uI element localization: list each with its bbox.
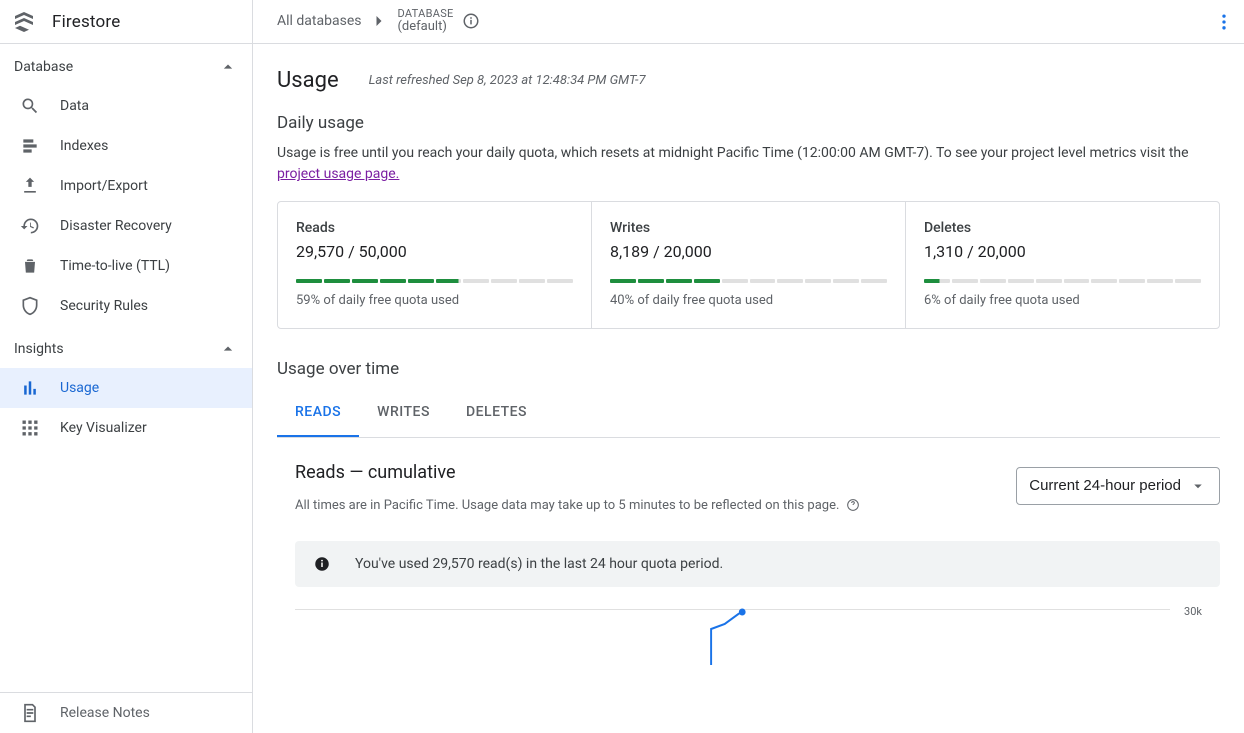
daily-usage-desc: Usage is free until you reach your daily…	[277, 143, 1220, 185]
usage-banner: You've used 29,570 read(s) in the last 2…	[295, 541, 1220, 587]
tab-deletes[interactable]: DELETES	[448, 389, 545, 437]
sidebar-item-usage[interactable]: Usage	[0, 368, 252, 408]
breadcrumb-label: All databases	[277, 14, 361, 29]
quota-label: Reads	[296, 220, 573, 236]
sidebar: Firestore Database Data Indexes Im	[0, 0, 253, 733]
chevron-up-icon	[218, 339, 238, 359]
nav-section-insights: Insights Usage Key Visualizer	[0, 326, 252, 448]
quota-card-deletes: Deletes 1,310 / 20,000 6% of daily free qu…	[906, 202, 1219, 328]
quota-percent-label: 40% of daily free quota used	[610, 293, 887, 308]
quota-label: Deletes	[924, 220, 1201, 236]
quota-percent-label: 59% of daily free quota used	[296, 293, 573, 308]
sidebar-item-label: Security Rules	[60, 298, 148, 314]
history-icon	[20, 216, 40, 236]
chart-panel: Reads — cumulative All times are in Paci…	[277, 438, 1220, 665]
quota-card-reads: Reads 29,570 / 50,000 59% of daily free qu…	[278, 202, 592, 328]
banner-text: You've used 29,570 read(s) in the last 2…	[355, 556, 723, 572]
nav-section-database: Database Data Indexes Import/Export	[0, 44, 252, 326]
chart-area: 30k	[295, 605, 1220, 665]
sidebar-item-indexes[interactable]: Indexes	[0, 126, 252, 166]
sidebar-item-ttl[interactable]: Time-to-live (TTL)	[0, 246, 252, 286]
quota-row: Reads 29,570 / 50,000 59% of daily free qu…	[277, 201, 1220, 329]
sidebar-item-label: Time-to-live (TTL)	[60, 258, 170, 274]
breadcrumb-all-databases[interactable]: All databases	[277, 14, 361, 29]
search-icon	[20, 96, 40, 116]
trash-icon	[20, 256, 40, 276]
quota-value: 29,570 / 50,000	[296, 242, 573, 261]
chevron-right-icon	[369, 11, 389, 31]
sidebar-footer: Release Notes	[0, 692, 252, 733]
indexes-icon	[20, 136, 40, 156]
breadcrumbs: All databases DATABASE (default)	[277, 8, 480, 34]
upload-icon	[20, 176, 40, 196]
breadcrumb-value: (default)	[397, 20, 453, 34]
sidebar-item-label: Usage	[60, 380, 99, 396]
period-select[interactable]: Current 24-hour period	[1016, 467, 1220, 505]
section-daily-usage-title: Daily usage	[277, 113, 1220, 133]
sidebar-item-release-notes[interactable]: Release Notes	[0, 693, 252, 733]
chart-hint: All times are in Pacific Time. Usage dat…	[295, 497, 861, 513]
more-vert-icon[interactable]	[1214, 12, 1234, 32]
main: All databases DATABASE (default) Usage L…	[253, 0, 1244, 733]
chart-title: Reads — cumulative	[295, 462, 861, 483]
last-refreshed: Last refreshed Sep 8, 2023 at 12:48:34 P…	[369, 73, 646, 88]
nav-group-label: Database	[14, 59, 73, 75]
quota-value: 8,189 / 20,000	[610, 242, 887, 261]
dropdown-arrow-icon	[1189, 477, 1207, 495]
sidebar-item-key-visualizer[interactable]: Key Visualizer	[0, 408, 252, 448]
chevron-up-icon	[218, 57, 238, 77]
quota-label: Writes	[610, 220, 887, 236]
quota-progress-bar	[296, 279, 573, 283]
tab-writes[interactable]: WRITES	[359, 389, 448, 437]
info-filled-icon	[313, 555, 331, 573]
sidebar-item-label: Disaster Recovery	[60, 218, 172, 234]
breadcrumb-database[interactable]: DATABASE (default)	[397, 8, 453, 34]
document-icon	[20, 703, 40, 723]
quota-progress-bar	[610, 279, 887, 283]
topbar: All databases DATABASE (default)	[253, 0, 1244, 44]
grid-icon	[20, 418, 40, 438]
sidebar-item-import-export[interactable]: Import/Export	[0, 166, 252, 206]
sidebar-item-security-rules[interactable]: Security Rules	[0, 286, 252, 326]
sidebar-item-label: Import/Export	[60, 178, 148, 194]
sidebar-item-label: Key Visualizer	[60, 420, 147, 436]
shield-icon	[20, 296, 40, 316]
usage-tabs: READS WRITES DELETES	[277, 389, 1220, 438]
sidebar-item-data[interactable]: Data	[0, 86, 252, 126]
chart-hint-text: All times are in Pacific Time. Usage dat…	[295, 498, 839, 513]
brand-title: Firestore	[52, 12, 120, 32]
daily-desc-text: Usage is free until you reach your daily…	[277, 145, 1189, 161]
quota-card-writes: Writes 8,189 / 20,000 40% of daily free qu…	[592, 202, 906, 328]
project-usage-link[interactable]: project usage page.	[277, 166, 399, 182]
quota-value: 1,310 / 20,000	[924, 242, 1201, 261]
bar-chart-icon	[20, 378, 40, 398]
quota-progress-bar	[924, 279, 1201, 283]
content: Usage Last refreshed Sep 8, 2023 at 12:4…	[253, 44, 1244, 733]
tab-reads[interactable]: READS	[277, 389, 359, 437]
nav-group-label: Insights	[14, 341, 64, 357]
quota-percent-label: 6% of daily free quota used	[924, 293, 1201, 308]
brand: Firestore	[0, 0, 252, 44]
chart-line	[295, 605, 1170, 665]
help-icon[interactable]	[845, 497, 861, 513]
nav-group-header-insights[interactable]: Insights	[0, 330, 252, 368]
info-icon[interactable]	[462, 12, 480, 30]
firestore-logo-icon	[12, 10, 52, 34]
sidebar-item-label: Indexes	[60, 138, 108, 154]
sidebar-item-label: Data	[60, 98, 89, 114]
section-usage-over-time-title: Usage over time	[277, 359, 1220, 379]
period-label: Current 24-hour period	[1029, 477, 1181, 494]
nav-group-header-database[interactable]: Database	[0, 48, 252, 86]
page-title: Usage	[277, 68, 339, 93]
chart-ytick: 30k	[1184, 605, 1202, 618]
sidebar-item-label: Release Notes	[60, 705, 150, 721]
sidebar-item-disaster-recovery[interactable]: Disaster Recovery	[0, 206, 252, 246]
